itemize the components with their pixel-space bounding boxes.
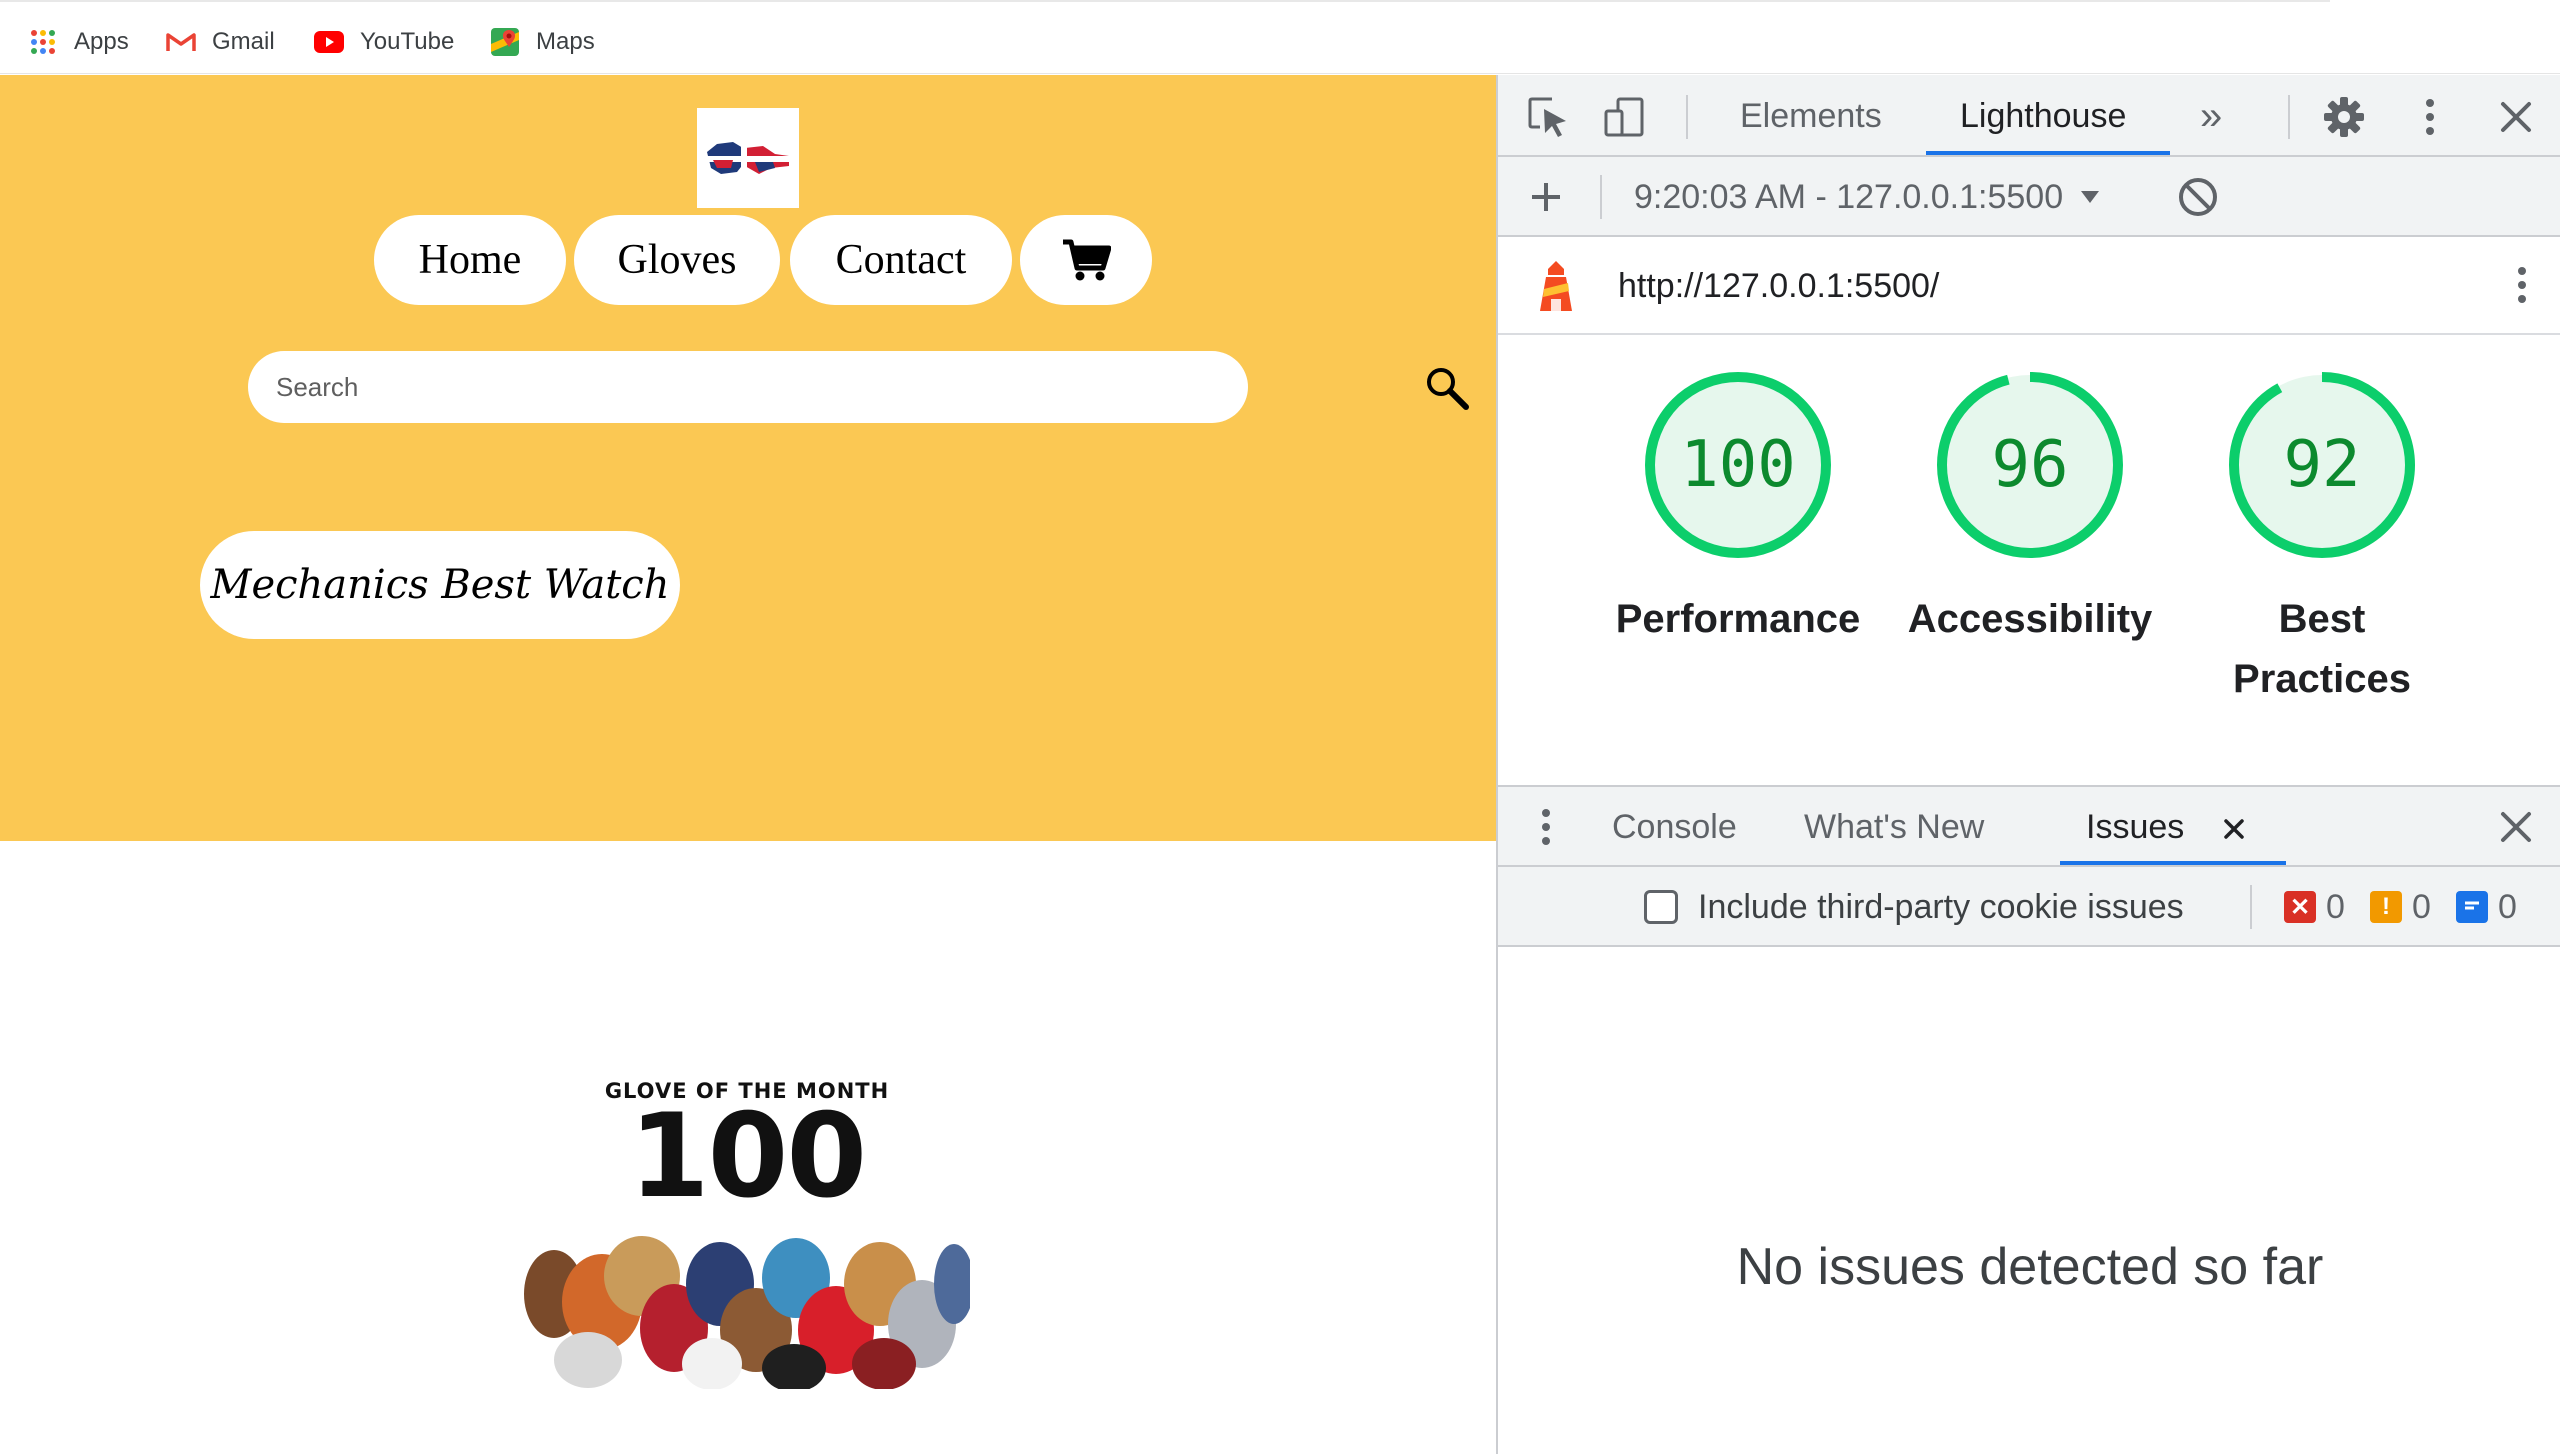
maps-icon [490, 27, 520, 57]
glove-of-the-month-image[interactable]: GLOVE OF THE MONTH 100 [524, 989, 970, 1389]
active-tab-indicator [1926, 151, 2170, 155]
tab-lighthouse[interactable]: Lighthouse [1960, 75, 2126, 157]
cart-icon [1063, 239, 1111, 281]
no-issues-message: No issues detected so far [1736, 1238, 2324, 1296]
bookmark-label: Maps [536, 28, 595, 55]
report-menu-kebab-icon[interactable] [2498, 261, 2546, 309]
tab-whats-new[interactable]: What's New [1804, 787, 1984, 867]
bookmark-maps[interactable]: Maps [490, 22, 595, 62]
issues-panel: No issues detected so far [1498, 947, 2560, 1454]
close-devtools-icon[interactable] [2492, 93, 2540, 141]
more-tabs-chevron-icon[interactable]: » [2200, 75, 2222, 157]
settings-gear-icon[interactable] [2320, 93, 2368, 141]
glove-of-month-number: 100 [628, 1089, 867, 1224]
more-options-kebab-icon[interactable] [2406, 93, 2454, 141]
report-selector[interactable]: 9:20:03 AM - 127.0.0.1:5500 [1634, 157, 2101, 237]
dominican-flag-map-icon [707, 140, 789, 178]
checkbox-label: Include third-party cookie issues [1698, 887, 2184, 926]
tab-console[interactable]: Console [1612, 787, 1737, 867]
error-icon: ✕ [2284, 891, 2316, 923]
mechanics-best-watch-button[interactable]: Mechanics Best Watch [200, 531, 680, 639]
drawer-tab-bar: Console What's New Issues [1498, 785, 2560, 867]
site-logo[interactable] [697, 108, 799, 208]
score-label: Best Practices [2233, 597, 2411, 701]
score-label: Performance [1615, 597, 1861, 641]
new-report-plus-icon[interactable] [1522, 173, 1570, 221]
lighthouse-scores: 100 Performance 96 Accessibility 92 Best… [1498, 335, 2560, 863]
inspect-element-icon[interactable] [1524, 93, 1572, 141]
bookmark-label: Apps [74, 28, 129, 55]
bookmark-youtube[interactable]: YouTube [314, 22, 454, 62]
search-input[interactable] [276, 365, 1156, 409]
report-selector-value: 9:20:03 AM - 127.0.0.1:5500 [1634, 177, 2064, 216]
tab-issues[interactable]: Issues [2086, 787, 2184, 867]
close-issues-tab-icon[interactable] [2210, 805, 2258, 853]
gloves-collage [524, 1236, 970, 1389]
toolbar-divider [1600, 175, 1602, 219]
error-count-value: 0 [2326, 887, 2345, 926]
nav-contact-button[interactable]: Contact [790, 215, 1012, 305]
tab-elements[interactable]: Elements [1740, 75, 1882, 157]
score-value: 100 [1680, 428, 1796, 502]
drawer-menu-kebab-icon[interactable] [1522, 803, 1570, 851]
apps-grid-icon [28, 27, 58, 57]
active-drawer-tab-indicator [2060, 861, 2286, 865]
warning-count-value: 0 [2412, 887, 2431, 926]
score-value: 96 [1991, 428, 2069, 502]
search-icon[interactable] [1424, 365, 1470, 411]
toolbar-divider [2250, 885, 2252, 929]
info-count-value: 0 [2498, 887, 2517, 926]
devtools-panel: Elements Lighthouse » 9:20:03 AM - 127.0… [1496, 75, 2560, 1454]
error-count[interactable]: ✕ 0 [2284, 885, 2345, 929]
gmail-icon [166, 27, 196, 57]
address-bar-edge [0, 0, 2330, 2]
info-icon [2456, 891, 2488, 923]
score-label: Accessibility [1907, 597, 2153, 641]
nav-gloves-button[interactable]: Gloves [574, 215, 780, 305]
clear-reports-block-icon[interactable] [2174, 173, 2222, 221]
issues-toolbar: Include third-party cookie issues ✕ 0 ! … [1498, 867, 2560, 947]
score-value: 92 [2283, 428, 2361, 502]
bookmark-gmail[interactable]: Gmail [166, 22, 275, 62]
warning-icon: ! [2370, 891, 2402, 923]
report-url[interactable]: http://127.0.0.1:5500/ [1618, 237, 1939, 335]
warning-count[interactable]: ! 0 [2370, 885, 2431, 929]
devtools-tab-bar: Elements Lighthouse » [1498, 75, 2560, 157]
lighthouse-toolbar: 9:20:03 AM - 127.0.0.1:5500 [1498, 157, 2560, 237]
bookmark-apps[interactable]: Apps [28, 22, 129, 62]
checkbox-box[interactable] [1644, 890, 1678, 924]
bookmark-label: YouTube [360, 28, 455, 55]
youtube-icon [314, 27, 344, 57]
toolbar-divider [2288, 95, 2290, 139]
report-url-bar: http://127.0.0.1:5500/ [1498, 237, 2560, 335]
third-party-cookie-checkbox[interactable]: Include third-party cookie issues [1644, 867, 2184, 947]
bookmark-label: Gmail [212, 28, 275, 55]
search-bar [248, 351, 1469, 423]
hero-section: Home Gloves Contact Mechanics Best Watch [0, 75, 1496, 841]
bookmarks-bar: Apps Gmail YouTube Maps [0, 0, 2560, 74]
lighthouse-logo-icon [1540, 261, 1572, 311]
close-drawer-icon[interactable] [2492, 803, 2540, 851]
website-viewport: Home Gloves Contact Mechanics Best Watch… [0, 75, 1496, 1454]
dropdown-arrow-icon [2081, 191, 2100, 203]
device-toolbar-icon[interactable] [1600, 93, 1648, 141]
nav-cart-button[interactable] [1020, 215, 1152, 305]
nav-home-button[interactable]: Home [374, 215, 566, 305]
toolbar-divider [1686, 95, 1688, 139]
info-count[interactable]: 0 [2456, 885, 2517, 929]
